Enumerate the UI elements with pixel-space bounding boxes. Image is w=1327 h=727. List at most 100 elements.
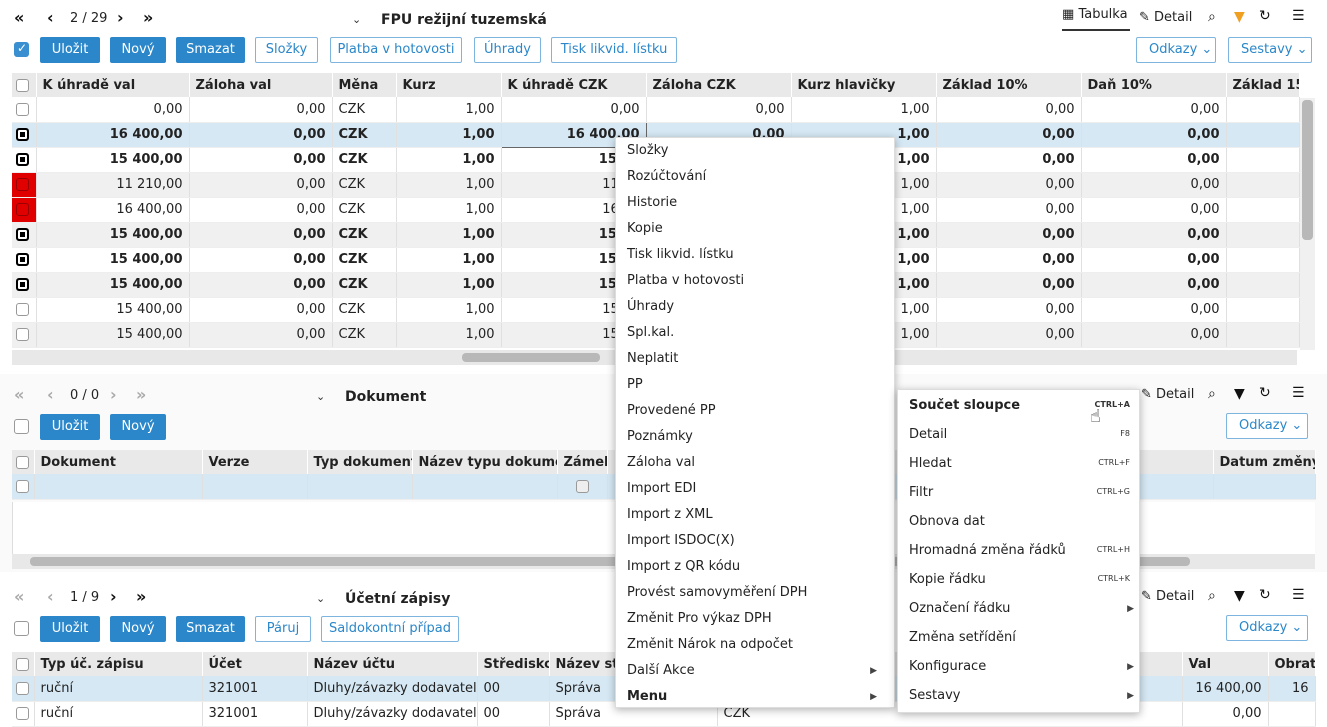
row-checkbox[interactable] [16,253,29,266]
context-menu-item[interactable]: Poznámky [627,429,885,444]
table-cell[interactable]: CZK [332,197,397,223]
tab-detail[interactable]: ✎ Detail [1139,10,1192,25]
submenu-item[interactable]: Obnova dat [909,514,1130,529]
table-cell[interactable]: 0,00 [1081,222,1227,248]
table-cell[interactable]: 0,00 [1081,247,1227,273]
table-cell[interactable]: 0,00 [189,322,333,348]
column-header[interactable]: Název účtu [307,652,478,676]
table-cell[interactable]: 0,00 [1081,272,1227,298]
tab-detail[interactable]: ✎ Detail [1141,387,1194,402]
context-menu-item[interactable]: Záloha val [627,455,885,470]
chevron-down-icon[interactable]: ⌄ [352,13,361,26]
balance-case-button[interactable]: Saldokontní případ [321,616,459,642]
table-cell[interactable]: 0,00 [189,297,333,323]
next-page-icon[interactable]: › [110,385,117,405]
table-cell[interactable]: 15 400,00 [36,272,190,298]
row-checkbox[interactable] [16,328,29,341]
context-menu-item[interactable]: Kopie [627,221,885,236]
print-liquidation-button[interactable]: Tisk likvid. lístku [551,37,677,63]
column-header[interactable]: Název typu dokumentu [412,450,558,474]
column-header[interactable]: Val [1182,652,1269,676]
table-cell[interactable]: 1,00 [396,197,502,223]
column-header[interactable]: K úhradě val [36,73,190,97]
column-header[interactable]: K úhradě CZK [501,73,647,97]
table-cell[interactable]: ruční [34,701,203,727]
header-checkbox[interactable] [16,78,29,92]
table-cell[interactable]: Dluhy/závazky dodavatel... [307,676,478,702]
table-cell[interactable]: 0,00 [189,147,333,173]
submenu-item[interactable]: Změna setřídění [909,630,1130,645]
new-button[interactable]: Nový [110,37,166,63]
refresh-icon[interactable]: ↻ [1259,8,1271,24]
filter-icon[interactable]: ▼ [1234,386,1245,402]
table-cell[interactable]: 0,00 [936,222,1082,248]
table-cell[interactable]: 00 [477,701,550,727]
submenu-item[interactable]: Hromadná změna řádků CTRL+H [909,543,1130,558]
last-page-icon[interactable]: » [136,385,146,405]
table-cell[interactable]: 0,00 [1081,322,1227,348]
column-header[interactable]: Typ úč. zápisu [34,652,203,676]
table-cell[interactable]: 1,00 [396,247,502,273]
lock-checkbox[interactable] [575,479,589,493]
column-header[interactable]: Zámek [557,450,608,474]
refresh-icon[interactable]: ↻ [1259,587,1271,603]
links-dropdown[interactable]: Odkazy ⌄ [1226,413,1308,439]
table-cell[interactable]: 0,00 [189,272,333,298]
table-cell[interactable]: 15 400,00 [36,147,190,173]
save-button[interactable]: Uložit [40,616,100,642]
table-cell[interactable]: 1,00 [396,297,502,323]
header-checkbox[interactable] [16,657,29,671]
table-cell[interactable]: 0,00 [501,97,647,123]
select-all-checkbox[interactable] [14,621,29,636]
links-dropdown[interactable]: Odkazy ⌄ [1136,37,1216,63]
table-cell[interactable]: 1,00 [396,272,502,298]
submenu-item[interactable]: Konfigurace ▶ [909,659,1134,674]
table-cell[interactable]: 0,00 [1081,172,1227,198]
table-cell[interactable]: 16 400,00 [36,197,190,223]
table-cell[interactable]: 1,00 [396,147,502,173]
context-menu-item[interactable]: PP [627,377,885,392]
table-cell[interactable]: 1,00 [396,322,502,348]
table-cell[interactable]: Dluhy/závazky dodavatel... [307,701,478,727]
context-menu-item[interactable]: Menu ▶ [627,689,885,704]
column-header[interactable]: Daň 10% [1081,73,1227,97]
column-header[interactable]: Záloha CZK [646,73,792,97]
column-header[interactable]: Verze [202,450,308,474]
table-cell[interactable]: 0,00 [936,172,1082,198]
table-row[interactable]: 0,00 0,00 CZK 1,00 0,00 0,00 1,00 0,00 0,00 [12,97,1300,123]
table-cell[interactable]: 0,00 [1182,701,1269,727]
context-menu-item[interactable]: Rozúčtování [627,169,885,184]
context-menu-item[interactable]: Import EDI [627,481,885,496]
last-page-icon[interactable]: » [143,8,153,28]
column-header[interactable]: Dokument [34,450,203,474]
filter-icon[interactable]: ▼ [1234,588,1245,604]
table-cell[interactable]: 16 400,00 [1182,676,1269,702]
table-cell[interactable]: 0,00 [936,122,1082,148]
table-cell[interactable]: 0,00 [1081,122,1227,148]
folders-button[interactable]: Složky [255,37,318,63]
row-checkbox[interactable] [16,479,29,493]
chevron-down-icon[interactable]: ⌄ [316,390,325,403]
row-checkbox[interactable] [16,707,29,720]
pair-button[interactable]: Páruj [255,616,311,642]
context-menu-item[interactable]: Historie [627,195,885,210]
table-cell[interactable]: ruční [34,676,203,702]
context-menu-item[interactable]: Změnit Pro výkaz DPH [627,611,885,626]
table-cell[interactable]: 15 400,00 [36,297,190,323]
column-header[interactable]: Měna [332,73,397,97]
table-cell[interactable]: CZK [332,222,397,248]
column-header[interactable]: Typ dokumentu [307,450,413,474]
column-header[interactable]: Obrat Dal CZK [1268,652,1316,676]
context-menu-item[interactable]: Import ISDOC(X) [627,533,885,548]
menu-icon[interactable]: ☰ [1292,385,1305,401]
context-menu-item[interactable]: Změnit Nárok na odpočet [627,637,885,652]
row-checkbox[interactable] [16,278,29,291]
filter-icon[interactable]: ▼ [1234,9,1245,25]
submenu-item[interactable]: Detail F8 [909,427,1130,442]
table-cell[interactable]: CZK [332,97,397,123]
table-cell[interactable]: CZK [332,172,397,198]
submenu-item[interactable]: Hledat CTRL+F [909,456,1130,471]
column-header[interactable]: Datum změny [1213,450,1316,474]
submenu-item[interactable]: Kopie řádku CTRL+K [909,572,1130,587]
context-menu-item[interactable]: Import z QR kódu [627,559,885,574]
